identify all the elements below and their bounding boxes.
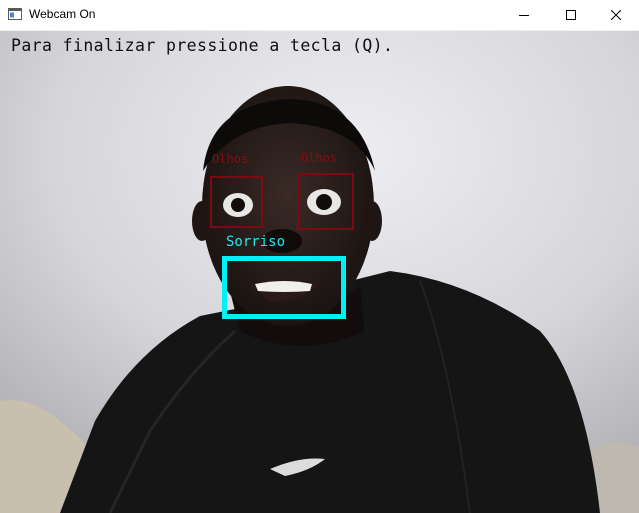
smile-detection-box [222, 256, 346, 319]
minimize-button[interactable] [501, 0, 547, 30]
eye-detection-box-left [210, 176, 263, 228]
maximize-icon [566, 10, 576, 20]
app-icon [8, 8, 22, 20]
window-title: Webcam On [29, 7, 96, 21]
eye-detection-box-right [297, 173, 354, 230]
webcam-frame: Para finalizar pressione a tecla (Q). Ol… [0, 31, 639, 513]
eye-label-left: Olhos [212, 152, 249, 166]
close-button[interactable] [593, 0, 639, 30]
webcam-window: Webcam On Para finalizar pressione a tec… [0, 0, 639, 513]
smile-label: Sorriso [226, 234, 286, 250]
instruction-text: Para finalizar pressione a tecla (Q). [11, 36, 394, 55]
close-icon [611, 10, 621, 20]
minimize-icon [519, 15, 529, 16]
eye-label-right: Olhos [301, 151, 338, 165]
title-bar[interactable]: Webcam On [0, 0, 639, 31]
maximize-button[interactable] [548, 0, 594, 30]
